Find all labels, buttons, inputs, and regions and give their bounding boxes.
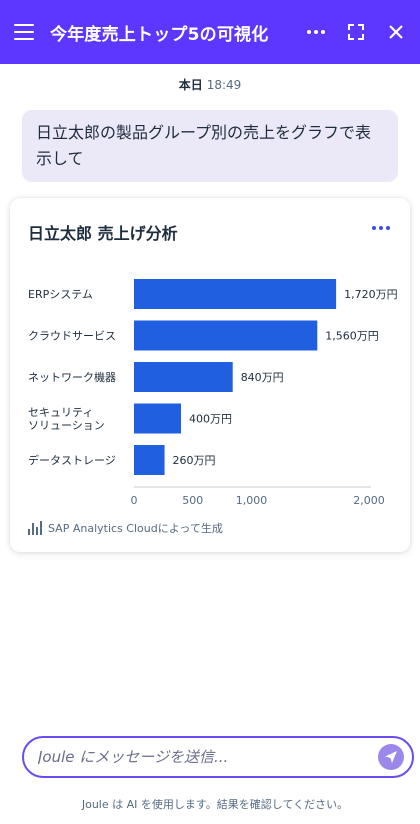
page-title: 今年度売上トップ5の可視化 xyxy=(50,24,269,45)
message-timestamp: 本日 18:49 xyxy=(0,76,420,93)
chart-data-label: 840万円 xyxy=(241,371,284,384)
header-actions xyxy=(290,0,410,64)
send-icon xyxy=(385,751,397,763)
chart-bar xyxy=(134,362,233,392)
chart-data-label: 260万円 xyxy=(173,454,216,467)
message-input[interactable] xyxy=(36,747,378,767)
close-icon[interactable] xyxy=(382,18,410,46)
chart-bar xyxy=(134,445,165,475)
timestamp-time: 18:49 xyxy=(206,78,242,92)
fullscreen-icon[interactable] xyxy=(342,18,370,46)
chart-data-label: 1,720万円 xyxy=(344,288,398,301)
chart-category-label: ERPシステム xyxy=(28,288,93,301)
card-footer: SAP Analytics Cloudによって生成 xyxy=(28,520,223,536)
chart-tick-label: 2,000 xyxy=(353,494,385,507)
chart-bar xyxy=(134,279,337,309)
user-message-bubble: 日立太郎の製品グループ別の売上をグラフで表示して xyxy=(22,110,398,182)
chart-bar xyxy=(134,403,181,434)
send-button[interactable] xyxy=(378,744,404,770)
chart-card: 日立太郎 売上げ分析 ERPシステム 1,720万円 クラウドサービス 1,560万円… xyxy=(10,198,410,552)
timestamp-day: 本日 xyxy=(178,78,203,92)
chart-category-label: ネットワーク機器 xyxy=(28,370,116,384)
chart-data-label: 1,560万円 xyxy=(325,330,379,343)
chart-category-label: クラウドサービス xyxy=(28,330,116,343)
more-horizontal-icon[interactable] xyxy=(302,18,330,46)
chart-tick-label: 500 xyxy=(182,494,203,507)
chart-tick-label: 1,000 xyxy=(236,494,268,507)
chart-data-label: 400万円 xyxy=(189,413,232,426)
message-input-container xyxy=(22,736,414,778)
ai-disclaimer: Joule は AI を使用します。結果を確認してください。 xyxy=(81,798,349,811)
app-header: 今年度売上トップ5の可視化 xyxy=(0,0,420,64)
hamburger-menu-icon[interactable] xyxy=(14,24,34,40)
footer-text: SAP Analytics Cloudによって生成 xyxy=(48,522,223,535)
chart-category-label: セキュリティソリューション xyxy=(28,406,105,432)
chart-bar xyxy=(134,320,318,351)
chart-category-label: データストレージ xyxy=(28,453,116,467)
chart-tick-label: 0 xyxy=(131,494,138,507)
bar-chart: ERPシステム 1,720万円クラウドサービス 1,560万円ネットワーク機器 840… xyxy=(28,279,398,507)
sap-analytics-icon xyxy=(28,521,42,535)
